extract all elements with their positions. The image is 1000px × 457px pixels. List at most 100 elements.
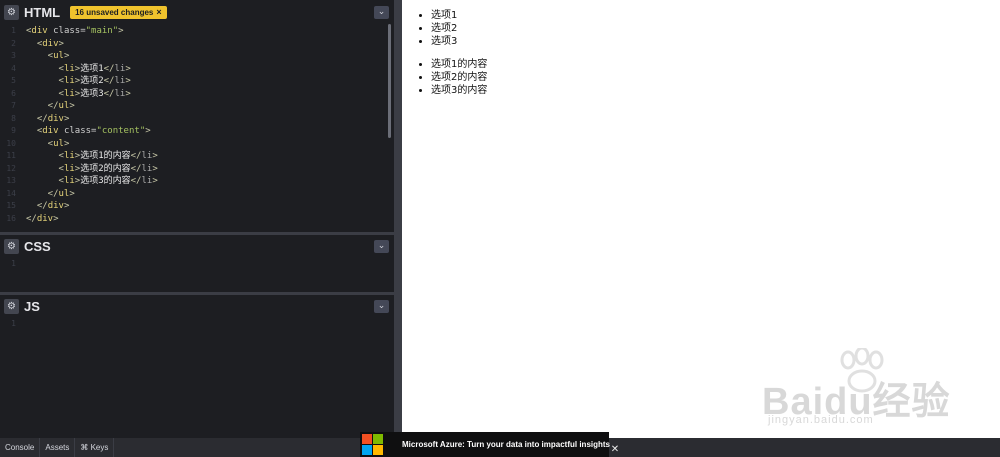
code-line[interactable]: 9 <div class="content"> (0, 125, 394, 138)
line-number: 5 (11, 76, 16, 85)
code-token: ul (53, 51, 64, 61)
code-token: </ (103, 88, 115, 99)
code-token: li (63, 163, 75, 174)
code-token: li (114, 76, 126, 86)
code-token: > (145, 126, 151, 136)
css-panel-header: ⚙ CSS ⌄ (0, 235, 394, 257)
code-token: 选项1的内容 (80, 151, 131, 161)
line-number: 9 (11, 126, 16, 135)
code-line[interactable]: 7 </ul> (0, 100, 394, 113)
code-token: class= (58, 126, 97, 136)
ad-banner[interactable]: Microsoft Azure: Turn your data into imp… (360, 432, 610, 457)
code-token: li (63, 151, 75, 161)
code-text: <li>选项3</li> (26, 88, 131, 101)
html-code-editor[interactable]: 1 <div class="main"> 2 <div> 3 <ul> 4 <li>选项… (0, 25, 394, 230)
code-token: li (114, 88, 126, 99)
console-button[interactable]: Console (0, 438, 41, 457)
code-line[interactable]: 11 <li>选项1的内容</li> (0, 150, 394, 163)
code-line[interactable]: 4 <li>选项1</li> (0, 63, 394, 76)
code-text: <li>选项2</li> (26, 75, 131, 88)
code-text: </div> (26, 200, 70, 213)
line-number: 16 (6, 213, 16, 223)
code-token: </ (26, 213, 37, 224)
code-token: < (26, 138, 54, 149)
code-token: > (63, 138, 70, 149)
code-token: > (152, 163, 158, 174)
code-token: > (69, 101, 75, 111)
close-icon[interactable]: × (156, 7, 161, 17)
code-line[interactable]: 2 <div> (0, 38, 394, 51)
editor-scrollbar[interactable] (388, 24, 391, 138)
code-line[interactable]: 3 <ul> (0, 50, 394, 63)
code-token: ul (53, 138, 64, 149)
code-token: 选项3 (80, 88, 104, 99)
code-token: > (125, 88, 131, 99)
code-text: <li>选项2的内容</li> (26, 163, 158, 176)
code-text: <div> (26, 38, 64, 51)
chevron-down-icon[interactable]: ⌄ (374, 6, 389, 19)
code-token: > (125, 76, 131, 86)
code-token: 选项1 (80, 63, 104, 74)
list-item: 选项2的内容 (431, 71, 487, 84)
line-number: 2 (11, 38, 16, 48)
code-token: li (63, 63, 75, 74)
code-line[interactable]: 5 <li>选项2</li> (0, 75, 394, 88)
code-token: </ (26, 188, 59, 199)
close-icon[interactable]: ✕ (609, 444, 621, 456)
code-token: li (63, 88, 75, 99)
code-token: < (26, 126, 43, 136)
js-code-editor[interactable]: 1 (0, 318, 394, 436)
code-line[interactable]: 15 </div> (0, 200, 394, 213)
code-token: 选项2的内容 (80, 163, 131, 174)
code-text: </div> (26, 213, 59, 226)
html-panel-header: ⚙ HTML 16 unsaved changes × ⌄ (0, 1, 394, 23)
code-line[interactable]: 1 <div class="main"> (0, 25, 394, 38)
code-line[interactable]: 16 </div> (0, 213, 394, 226)
code-token: li (63, 76, 75, 86)
code-text: <ul> (26, 138, 70, 151)
microsoft-logo-icon (362, 434, 383, 455)
code-token: < (26, 51, 54, 61)
code-line[interactable]: 6 <li>选项3</li> (0, 88, 394, 101)
code-token: > (58, 38, 64, 49)
keys-button[interactable]: ⌘ Keys (75, 438, 115, 457)
line-number: 8 (11, 113, 16, 123)
line-number: 14 (6, 188, 16, 198)
code-token: </ (26, 101, 59, 111)
code-token: 选项2 (80, 76, 104, 86)
code-token: > (152, 151, 158, 161)
code-line[interactable]: 14 </ul> (0, 188, 394, 201)
unsaved-changes-badge[interactable]: 16 unsaved changes × (70, 5, 167, 19)
code-line[interactable]: 10 <ul> (0, 138, 394, 151)
code-token: </ (26, 113, 48, 124)
code-token: > (63, 201, 70, 211)
chevron-down-icon[interactable]: ⌄ (374, 300, 389, 313)
code-token: div (36, 213, 54, 224)
line-number: 10 (6, 138, 16, 148)
code-token: </ (130, 163, 142, 174)
line-number: 15 (6, 201, 16, 210)
code-line[interactable]: 12 <li>选项2的内容</li> (0, 163, 394, 176)
editor-column: ⚙ HTML 16 unsaved changes × ⌄ 1 <div class… (0, 0, 394, 438)
code-line[interactable]: 13 <li>选项3的内容</li> (0, 175, 394, 188)
code-line[interactable]: 8 </div> (0, 113, 394, 126)
gear-icon[interactable]: ⚙ (4, 238, 19, 254)
assets-button[interactable]: Assets (40, 438, 76, 457)
gear-icon[interactable]: ⚙ (4, 298, 19, 314)
code-token: > (125, 63, 131, 74)
unsaved-changes-label: 16 unsaved changes (75, 7, 154, 17)
main-list: 选项1选项2选项3 (431, 9, 457, 48)
code-token: div (47, 113, 64, 124)
code-token: li (141, 163, 153, 174)
code-text: <div class="main"> (26, 25, 124, 38)
code-token: > (63, 51, 70, 61)
css-code-editor[interactable]: 1 (0, 258, 394, 291)
result-preview: 选项1选项2选项3 选项1的内容选项2的内容选项3的内容 (402, 0, 1000, 438)
code-token: div (42, 126, 59, 136)
chevron-down-icon[interactable]: ⌄ (374, 240, 389, 253)
ad-text[interactable]: Microsoft Azure: Turn your data into imp… (402, 440, 610, 449)
gear-icon[interactable]: ⚙ (4, 4, 19, 20)
pane-resizer[interactable] (394, 0, 402, 438)
code-token: </ (130, 176, 142, 186)
code-token: "main" (85, 26, 119, 36)
